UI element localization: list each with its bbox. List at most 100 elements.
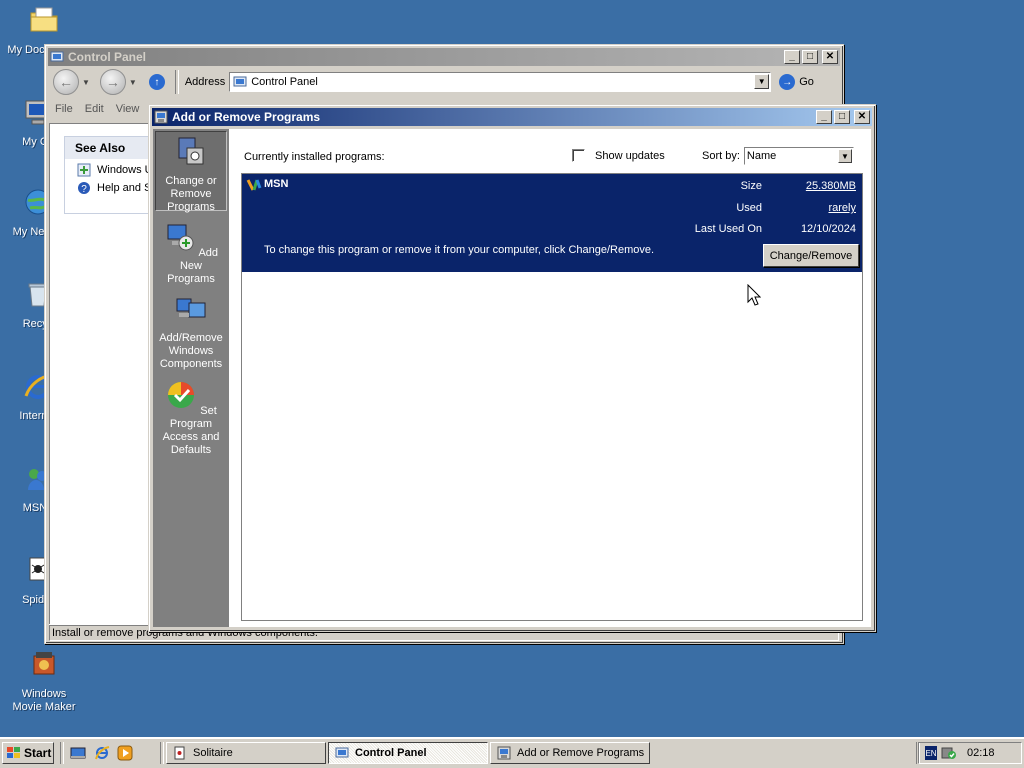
control-panel-icon (233, 76, 247, 87)
address-dropdown-button[interactable]: ▼ (754, 74, 770, 89)
change-remove-programs-button[interactable]: Change or Remove Programs (155, 131, 227, 213)
maximize-button[interactable]: □ (802, 50, 818, 64)
add-new-programs-icon (167, 224, 194, 251)
sidebar-button-label: Add/Remove Windows Components (159, 332, 223, 370)
go-button[interactable]: → Go (779, 74, 814, 90)
sort-by-value: Name (746, 150, 777, 162)
sidebar-button-label: Set Program Access and Defaults (162, 405, 220, 456)
close-button[interactable]: ✕ (822, 50, 838, 64)
arp-sidebar: Change or Remove Programs Add New Progra… (153, 129, 229, 627)
solitaire-icon (174, 746, 185, 760)
go-arrow-icon: → (779, 74, 796, 90)
movie-maker-icon (33, 652, 55, 675)
security-shield-icon[interactable] (941, 746, 957, 760)
back-button[interactable]: ← (53, 69, 79, 95)
taskbar-separator (160, 742, 164, 764)
up-folder-button[interactable]: ↑ (148, 74, 165, 90)
checkbox-icon[interactable] (572, 149, 585, 162)
last-used-value: 12/10/2024 (800, 223, 856, 235)
see-also-item-label: Help and S (97, 182, 152, 194)
show-updates-checkbox[interactable]: Show updates (572, 149, 665, 162)
windows-update-icon (77, 163, 91, 177)
program-access-defaults-icon (168, 382, 195, 408)
add-remove-windows-components-button[interactable]: Add/Remove Windows Components (155, 293, 227, 371)
forward-button[interactable]: → (99, 69, 126, 95)
program-used-row: Used rarely (736, 202, 856, 214)
program-name: MSN (264, 178, 289, 190)
start-button[interactable]: Start (2, 742, 54, 764)
used-value[interactable]: rarely (828, 202, 856, 214)
help-icon: ? (78, 182, 90, 195)
add-new-programs-button[interactable]: Add New Programs (155, 221, 227, 286)
go-label: Go (799, 76, 814, 88)
add-remove-programs-titlebar[interactable]: Add or Remove Programs _ □ ✕ (152, 108, 872, 126)
menu-file[interactable]: File (49, 101, 79, 119)
address-bar[interactable]: Control Panel ▼ (229, 72, 772, 92)
maximize-button[interactable]: □ (834, 110, 850, 124)
forward-dropdown-icon[interactable]: ▼ (129, 78, 137, 87)
program-description: To change this program or remove it from… (264, 244, 655, 256)
change-remove-button[interactable]: Change/Remove (763, 244, 859, 267)
task-label: Add or Remove Programs (517, 747, 645, 759)
arp-main-panel: Currently installed programs: Show updat… (229, 129, 871, 627)
program-last-used-row: Last Used On 12/10/2024 (695, 223, 856, 235)
task-control-panel[interactable]: Control Panel (328, 742, 488, 764)
mouse-cursor-icon (747, 284, 761, 306)
windows-components-icon (176, 298, 206, 318)
language-indicator[interactable]: EN (925, 746, 937, 760)
control-panel-titlebar[interactable]: Control Panel _ □ ✕ (48, 48, 840, 66)
program-row-msn[interactable]: MSN Size 25.380MB Used rarely Last Used … (242, 174, 862, 272)
see-also-item-label: Windows U (97, 164, 153, 176)
add-remove-programs-icon (497, 746, 511, 760)
system-tray: EN 02:18 (918, 742, 1022, 764)
arp-header-row: Currently installed programs: Show updat… (229, 129, 871, 175)
sort-dropdown-button[interactable]: ▼ (837, 149, 852, 163)
program-size-row: Size 25.380MB (741, 180, 856, 192)
show-desktop-icon[interactable] (70, 745, 86, 761)
control-panel-toolbar: ← ▼ → ▼ ↑ Address Control Panel ▼ → Go (49, 69, 839, 95)
size-value[interactable]: 25.380MB (806, 180, 856, 192)
media-player-icon[interactable] (117, 745, 133, 761)
change-remove-programs-icon (178, 137, 204, 165)
internet-explorer-icon[interactable] (94, 745, 110, 761)
add-remove-programs-window[interactable]: Add or Remove Programs _ □ ✕ Change or R… (148, 104, 876, 632)
task-solitaire[interactable]: Solitaire (166, 742, 326, 764)
currently-installed-label: Currently installed programs: (244, 151, 385, 163)
sort-by-label: Sort by: (702, 150, 740, 162)
control-panel-title: Control Panel (68, 50, 147, 64)
sort-by-select[interactable]: Name ▼ (743, 147, 854, 165)
back-dropdown-icon[interactable]: ▼ (82, 78, 90, 87)
svg-text:?: ? (81, 184, 87, 195)
menu-view[interactable]: View (110, 101, 146, 119)
task-label: Control Panel (355, 747, 427, 759)
toolbar-separator (174, 70, 179, 94)
minimize-button[interactable]: _ (784, 50, 800, 64)
sort-by-control: Sort by: Name ▼ (702, 147, 854, 165)
chevron-down-icon: ▼ (757, 77, 766, 86)
control-panel-icon (335, 747, 349, 758)
menu-edit[interactable]: Edit (79, 101, 110, 119)
task-add-remove-programs[interactable]: Add or Remove Programs (490, 742, 650, 764)
clock[interactable]: 02:18 (967, 747, 995, 759)
control-panel-icon (50, 51, 64, 62)
desktop-icon-movie-maker[interactable]: Windows Movie Maker (6, 648, 82, 714)
size-label: Size (740, 180, 762, 192)
last-used-label: Last Used On (694, 223, 762, 235)
set-program-access-defaults-button[interactable]: Set Program Access and Defaults (155, 379, 227, 457)
back-arrow-icon: ← (59, 74, 73, 90)
program-list[interactable]: MSN Size 25.380MB Used rarely Last Used … (241, 173, 863, 621)
forward-arrow-icon: → (105, 74, 120, 90)
folder-icon (30, 7, 58, 32)
close-button[interactable]: ✕ (854, 110, 870, 124)
windows-flag-icon (7, 747, 20, 758)
minimize-button[interactable]: _ (816, 110, 832, 124)
taskbar-separator (60, 742, 64, 764)
taskbar: Start Solitaire Control Panel Add or Rem… (0, 737, 1024, 768)
task-label: Solitaire (193, 747, 233, 759)
used-label: Used (736, 202, 762, 214)
chevron-down-icon: ▼ (840, 151, 849, 161)
add-remove-programs-icon (154, 110, 168, 124)
desktop-icon-label: Windows Movie Maker (12, 688, 76, 713)
start-label: Start (24, 746, 52, 760)
add-remove-programs-title: Add or Remove Programs (172, 110, 321, 124)
